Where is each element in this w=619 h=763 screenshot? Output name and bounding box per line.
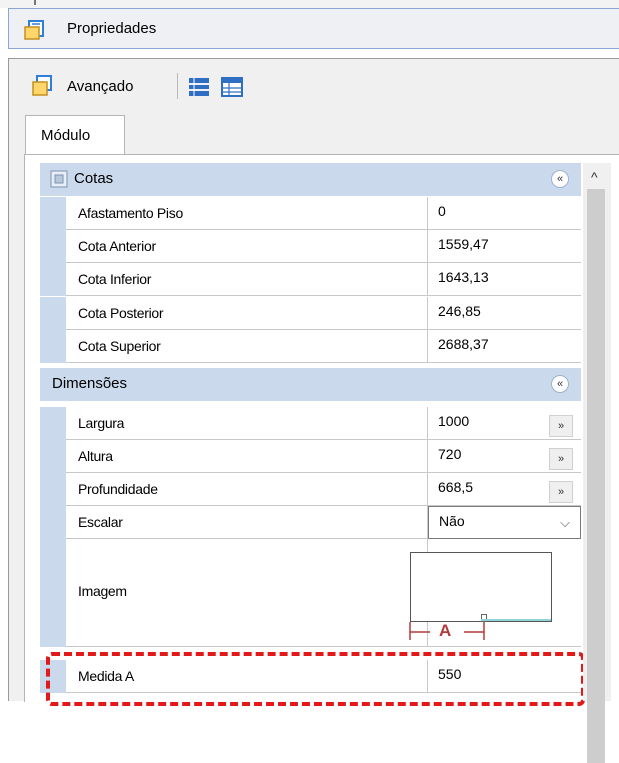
property-name: Profundidade xyxy=(66,473,428,506)
collapse-icon[interactable]: « xyxy=(551,375,569,393)
vertical-scrollbar[interactable]: ^ xyxy=(583,163,611,763)
scroll-up-icon[interactable]: ^ xyxy=(591,169,598,185)
property-value[interactable]: 2688,37 xyxy=(428,330,581,363)
escalar-dropdown[interactable]: Não ⌵ xyxy=(428,506,581,539)
property-name: Cota Anterior xyxy=(66,230,428,263)
property-name: Escalar xyxy=(66,506,428,539)
alphabetical-view-icon[interactable] xyxy=(221,77,243,101)
property-row-largura[interactable]: Largura 1000 » xyxy=(40,407,581,440)
property-name: Imagem xyxy=(66,539,428,647)
category-label: Cotas xyxy=(74,170,114,187)
property-name: Cota Posterior xyxy=(66,297,428,330)
dimension-a-marker: A xyxy=(408,620,498,642)
property-value[interactable]: 1559,47 xyxy=(428,230,581,263)
property-row-altura[interactable]: Altura 720 » xyxy=(40,440,581,473)
property-value[interactable]: 246,85 xyxy=(428,297,581,330)
category-cotas[interactable]: Cotas « xyxy=(40,163,581,196)
categorized-view-icon[interactable] xyxy=(188,77,210,101)
property-name: Afastamento Piso xyxy=(66,197,428,230)
property-name: Cota Superior xyxy=(66,330,428,363)
category-label: Dimensões xyxy=(52,375,128,392)
property-row-cota-anterior[interactable]: Cota Anterior 1559,47 xyxy=(40,230,581,263)
category-icon xyxy=(50,170,68,192)
module-preview-image xyxy=(410,552,552,622)
property-row-afastamento-piso[interactable]: Afastamento Piso 0 xyxy=(40,197,581,230)
property-row-cota-inferior[interactable]: Cota Inferior 1643,13 xyxy=(40,263,581,296)
property-row-escalar[interactable]: Escalar Não ⌵ xyxy=(40,506,581,539)
properties-title-bar: Propriedades xyxy=(8,8,619,49)
advanced-properties-icon[interactable] xyxy=(31,75,55,101)
property-value[interactable]: 1643,13 xyxy=(428,263,581,296)
properties-icon xyxy=(23,19,47,45)
property-value[interactable]: 0 xyxy=(428,197,581,230)
edit-ellipsis-button[interactable]: » xyxy=(549,481,573,503)
property-row-cota-posterior[interactable]: Cota Posterior 246,85 xyxy=(40,297,581,330)
advanced-label[interactable]: Avançado xyxy=(67,78,133,95)
collapse-icon[interactable]: « xyxy=(551,170,569,188)
property-name: Cota Inferior xyxy=(66,263,428,296)
property-name: Largura xyxy=(66,407,428,440)
edit-ellipsis-button[interactable]: » xyxy=(549,415,573,437)
scrollbar-thumb[interactable] xyxy=(587,189,605,763)
dimension-a-label: A xyxy=(439,621,452,640)
property-row-cota-superior[interactable]: Cota Superior 2688,37 xyxy=(40,330,581,363)
highlight-box xyxy=(46,652,585,706)
tab-label: Módulo xyxy=(41,127,91,144)
category-dimensoes[interactable]: Dimensões « xyxy=(40,368,581,401)
dropdown-value: Não xyxy=(439,513,465,529)
toolbar-separator xyxy=(177,73,178,99)
edit-ellipsis-button[interactable]: » xyxy=(549,448,573,470)
chevron-down-icon[interactable]: ⌵ xyxy=(560,515,570,531)
top-strip xyxy=(0,0,619,8)
tab-modulo[interactable]: Módulo xyxy=(25,115,125,155)
property-name: Altura xyxy=(66,440,428,473)
window-title: Propriedades xyxy=(67,20,157,37)
property-row-profundidade[interactable]: Profundidade 668,5 » xyxy=(40,473,581,506)
